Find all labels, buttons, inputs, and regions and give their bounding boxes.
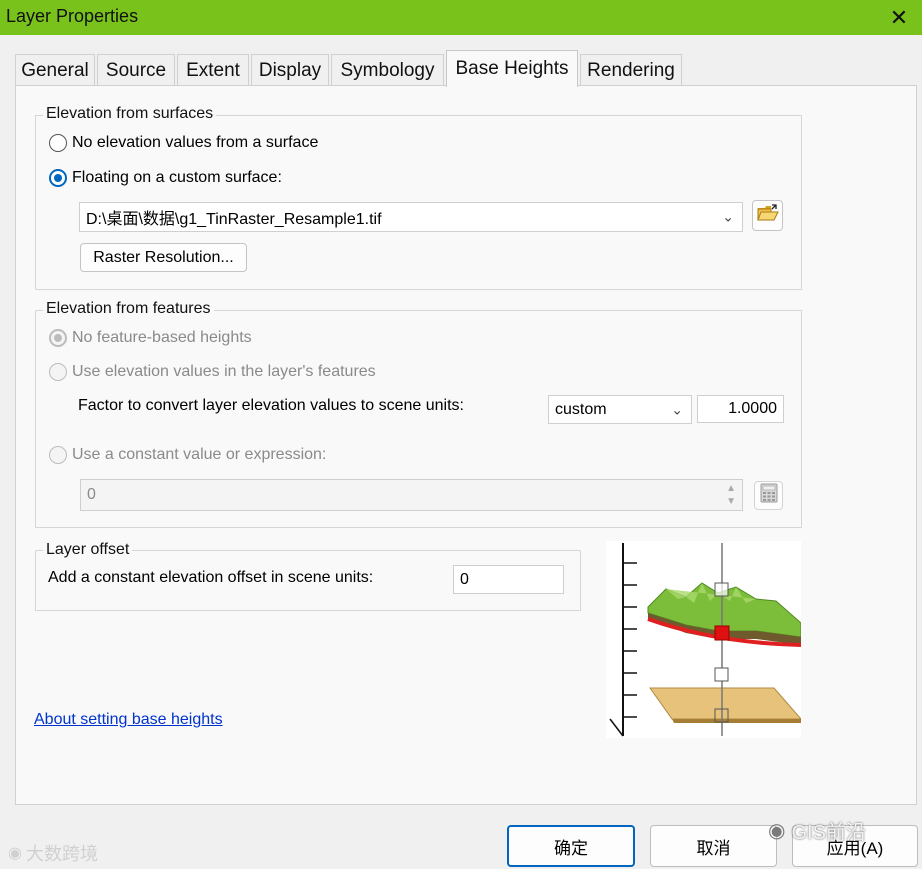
factor-value-field[interactable]: 1.0000 — [697, 395, 784, 423]
cancel-button[interactable]: 取消 — [650, 825, 777, 867]
window-title: Layer Properties — [6, 6, 139, 26]
expression-builder-button[interactable] — [754, 481, 783, 510]
floating-radio[interactable] — [49, 169, 67, 187]
factor-label: Factor to convert layer elevation values… — [78, 397, 464, 414]
browse-folder-button[interactable] — [752, 200, 783, 231]
constant-label: Use a constant value or expression: — [72, 446, 327, 463]
no-elevation-radio[interactable] — [49, 134, 67, 152]
constant-option[interactable]: Use a constant value or expression: — [49, 446, 326, 464]
wechat-logo-icon: ◉ — [768, 820, 786, 842]
open-folder-icon — [756, 204, 779, 227]
watermark-right: ◉ GIS前沿 — [768, 816, 866, 845]
watermark-left: ◉ 大数跨境 — [8, 840, 98, 866]
about-base-heights-link[interactable]: About setting base heights — [34, 711, 223, 729]
tab-symbology[interactable]: Symbology — [331, 54, 444, 86]
surfaces-group-label: Elevation from surfaces — [43, 105, 217, 123]
constant-value-field[interactable]: 0 ▲ ▼ — [80, 479, 743, 511]
no-feature-option[interactable]: No feature-based heights — [49, 329, 252, 347]
title-bar: Layer Properties ✕ — [0, 0, 922, 35]
watermark-left-text: 大数跨境 — [25, 844, 98, 864]
constant-radio[interactable] — [49, 446, 67, 464]
watermark-right-text: GIS前沿 — [791, 822, 866, 844]
tab-base-heights[interactable]: Base Heights — [446, 50, 578, 87]
use-elevation-option[interactable]: Use elevation values in the layer's feat… — [49, 363, 376, 381]
chevron-down-icon: ⌄ — [722, 208, 734, 225]
floating-label: Floating on a custom surface: — [72, 169, 282, 186]
factor-unit-dropdown[interactable]: custom ⌄ — [548, 395, 692, 424]
factor-unit-value: custom — [555, 400, 607, 418]
close-icon[interactable]: ✕ — [876, 0, 922, 35]
constant-value: 0 — [87, 486, 96, 503]
offset-group-label: Layer offset — [43, 541, 133, 559]
tab-display[interactable]: Display — [251, 54, 329, 86]
chevron-down-icon: ⌄ — [671, 401, 683, 417]
features-group-label: Elevation from features — [43, 300, 214, 318]
base-heights-illustration — [606, 541, 801, 738]
no-elevation-option[interactable]: No elevation values from a surface — [49, 134, 318, 152]
offset-value-field[interactable]: 0 — [453, 565, 564, 594]
no-feature-radio[interactable] — [49, 329, 67, 347]
tab-general[interactable]: General — [15, 54, 95, 86]
tab-rendering[interactable]: Rendering — [580, 54, 682, 86]
surface-path-dropdown[interactable]: D:\桌面\数据\g1_TinRaster_Resample1.tif ⌄ — [79, 202, 743, 232]
calculator-icon — [760, 483, 778, 508]
weibo-logo-icon: ◉ — [8, 845, 22, 862]
no-elevation-label: No elevation values from a surface — [72, 134, 319, 151]
use-elevation-radio[interactable] — [49, 363, 67, 381]
raster-resolution-button[interactable]: Raster Resolution... — [80, 243, 247, 272]
tab-extent[interactable]: Extent — [177, 54, 249, 86]
tab-source[interactable]: Source — [97, 54, 175, 86]
spinner-arrows-icon[interactable]: ▲ ▼ — [726, 482, 736, 508]
surface-path-value: D:\桌面\数据\g1_TinRaster_Resample1.tif — [86, 211, 382, 228]
offset-label: Add a constant elevation offset in scene… — [48, 569, 374, 586]
ok-button[interactable]: 确定 — [507, 825, 635, 867]
floating-option[interactable]: Floating on a custom surface: — [49, 169, 282, 187]
use-elevation-label: Use elevation values in the layer's feat… — [72, 363, 376, 380]
no-feature-label: No feature-based heights — [72, 329, 252, 346]
